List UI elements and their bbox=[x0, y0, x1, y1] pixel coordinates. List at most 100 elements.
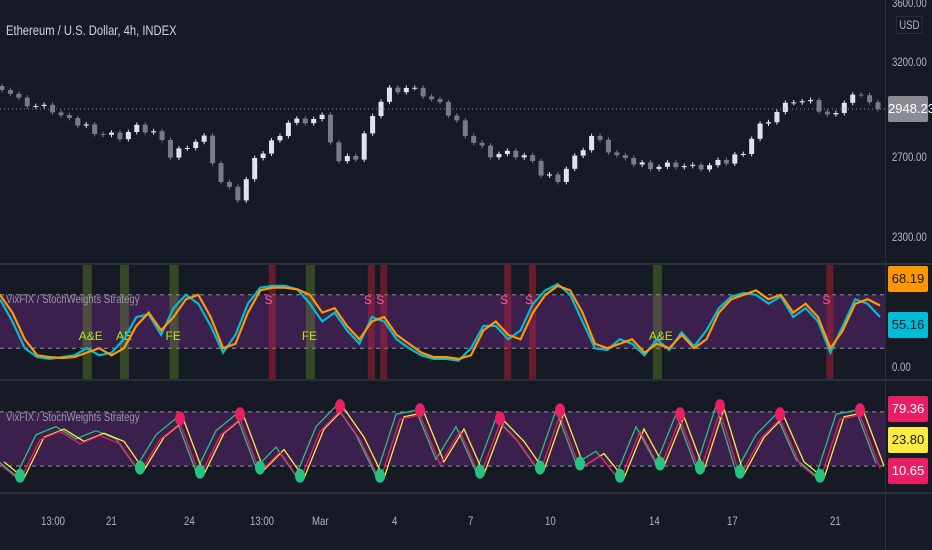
signal-label: S bbox=[822, 293, 830, 307]
candle-body bbox=[58, 112, 64, 116]
overbought-dot bbox=[555, 403, 565, 418]
candle-body bbox=[555, 174, 561, 182]
candle-body bbox=[841, 102, 847, 113]
candle-body bbox=[269, 140, 275, 154]
candle-body bbox=[336, 142, 342, 162]
candle-body bbox=[92, 124, 98, 134]
candle-body bbox=[328, 114, 333, 143]
candle-body bbox=[791, 102, 797, 104]
candle-body bbox=[117, 132, 123, 140]
candle-body bbox=[252, 158, 258, 180]
signal-bar bbox=[82, 265, 92, 379]
candle-body bbox=[235, 186, 241, 201]
candle-body bbox=[799, 101, 805, 103]
signal-bar bbox=[169, 265, 179, 379]
time-label: 21 bbox=[106, 514, 117, 528]
signal-bar bbox=[652, 265, 662, 379]
oversold-dot bbox=[255, 460, 265, 475]
signal-label: S bbox=[364, 293, 372, 307]
time-label: 13:00 bbox=[41, 514, 66, 528]
signal-label: S bbox=[376, 293, 384, 307]
oversold-dot bbox=[135, 460, 145, 475]
candle-body bbox=[100, 134, 106, 135]
candle-body bbox=[766, 122, 771, 124]
indicator1-title: VixFIX / StochWeights Strategy bbox=[6, 292, 140, 306]
candle-body bbox=[167, 140, 173, 158]
candle-body bbox=[479, 142, 485, 146]
signal-label: S bbox=[500, 293, 508, 307]
candle-body bbox=[386, 87, 392, 102]
candle-body bbox=[420, 87, 426, 97]
blue-value-tag: 55.16 bbox=[888, 312, 928, 338]
overbought-dot bbox=[775, 407, 785, 422]
candle-body bbox=[75, 118, 81, 126]
signal-label: FE bbox=[302, 329, 317, 343]
candle-body bbox=[125, 132, 131, 140]
oversold-dot bbox=[535, 460, 545, 475]
candle-body bbox=[664, 162, 670, 167]
candle-body bbox=[302, 118, 308, 124]
candle-body bbox=[808, 100, 814, 102]
time-label: 17 bbox=[727, 514, 738, 528]
overbought-dot bbox=[235, 407, 245, 422]
candle-body bbox=[867, 95, 873, 103]
candle-body bbox=[488, 145, 494, 158]
oversold-dot bbox=[615, 468, 625, 483]
candle-body bbox=[41, 104, 47, 106]
candle-body bbox=[429, 96, 435, 100]
signal-bar bbox=[504, 265, 512, 379]
candle-body bbox=[311, 119, 317, 124]
candle-body bbox=[33, 106, 39, 107]
orange-value-tag: 68.19 bbox=[888, 266, 928, 292]
candle-body bbox=[782, 102, 788, 112]
candle-body bbox=[159, 131, 165, 140]
candle-body bbox=[605, 139, 611, 153]
candle-body bbox=[749, 138, 755, 154]
candle-body bbox=[16, 93, 22, 98]
candle-body bbox=[757, 123, 763, 139]
price-label: 2300.00 bbox=[892, 230, 927, 244]
candle-body bbox=[572, 155, 578, 169]
overbought-dot bbox=[415, 403, 425, 418]
candle-body bbox=[134, 124, 140, 132]
candle-body bbox=[151, 131, 157, 133]
candle-body bbox=[462, 120, 468, 136]
candle-body bbox=[395, 87, 401, 93]
candle-body bbox=[260, 153, 266, 158]
candle-body bbox=[589, 136, 595, 151]
candle-body bbox=[24, 97, 30, 107]
candle-body bbox=[833, 113, 839, 115]
oversold-dot bbox=[475, 464, 485, 479]
candle-body bbox=[875, 102, 881, 110]
chart-canvas[interactable]: A&EAEFEFEA&ESSSSSSSSSS bbox=[0, 0, 932, 550]
candle-body bbox=[850, 94, 856, 103]
pane-divider bbox=[0, 492, 932, 494]
candle-body bbox=[639, 162, 645, 165]
candle-body bbox=[109, 132, 114, 135]
candle-body bbox=[690, 164, 696, 166]
candle-body bbox=[66, 115, 72, 118]
candle-body bbox=[142, 124, 148, 133]
signal-label: S bbox=[265, 293, 273, 307]
candle-body bbox=[437, 99, 443, 102]
candle-body bbox=[563, 168, 569, 182]
time-label: 21 bbox=[830, 514, 841, 528]
chart-window: A&EAEFEFEA&ESSSSSSSSSS Ethereum / U.S. D… bbox=[0, 0, 932, 550]
oversold-dot bbox=[15, 468, 25, 483]
candle-body bbox=[858, 94, 864, 96]
oversold-dot bbox=[575, 456, 585, 471]
candle-body bbox=[715, 160, 721, 166]
candle-body bbox=[597, 136, 603, 140]
candle-body bbox=[740, 154, 746, 155]
pane-divider bbox=[0, 263, 932, 265]
currency-button[interactable]: USD bbox=[896, 16, 923, 34]
last-price-tag: 2948.23 bbox=[888, 96, 932, 122]
oversold-dot bbox=[195, 464, 205, 479]
candle-body bbox=[496, 154, 502, 158]
signal-label: A&E bbox=[649, 329, 673, 343]
candle-body bbox=[83, 124, 89, 126]
price-label-top: 3600.00 bbox=[892, 0, 927, 10]
candle-body bbox=[319, 114, 325, 119]
signal-label: FE bbox=[166, 329, 181, 343]
zero-label: 0.00 bbox=[892, 360, 911, 374]
